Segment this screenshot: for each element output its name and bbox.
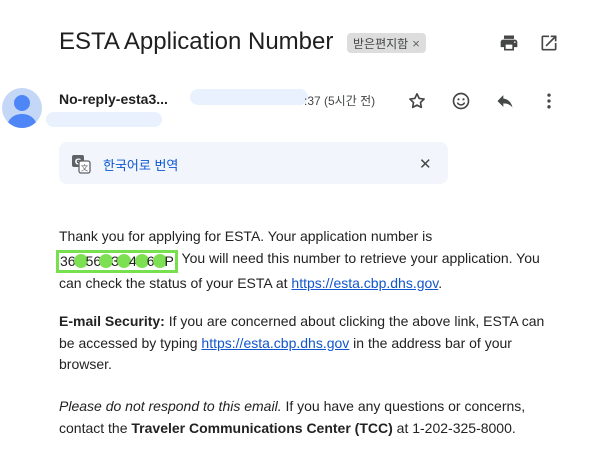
tcc-name: Traveler Communications Center (TCC) [131, 419, 393, 436]
redacted-recipient [46, 112, 162, 127]
translate-to-korean-link[interactable]: 한국어로 번역 [103, 155, 178, 174]
reply-icon[interactable] [493, 89, 517, 113]
no-reply-notice: Please do not respond to this email. [59, 398, 282, 414]
emoji-icon[interactable] [449, 89, 473, 113]
remove-label-icon[interactable]: × [412, 36, 420, 51]
open-in-new-window-icon[interactable] [537, 31, 561, 55]
body-paragraph-1: Thank you for applying for ESTA. Your ap… [56, 226, 559, 294]
inbox-label-chip[interactable]: 받은편지함 × [347, 33, 426, 53]
more-vert-icon[interactable] [537, 89, 561, 113]
svg-text:文: 文 [81, 163, 89, 173]
label-text: 받은편지함 [353, 36, 409, 51]
body-paragraph-3: Please do not respond to this email. If … [59, 396, 559, 439]
print-icon[interactable] [497, 31, 521, 55]
star-icon[interactable] [405, 89, 429, 113]
app-number-part: P [164, 252, 174, 269]
esta-link[interactable]: https://esta.cbp.dhs.gov [291, 275, 438, 291]
sender-name[interactable]: No-reply-esta3... [59, 91, 168, 107]
paragraph-text: Thank you for applying for ESTA. Your ap… [59, 228, 433, 244]
redacted-sender-email [190, 89, 308, 105]
application-number-highlight: 36 56 3 4 6 P [56, 249, 178, 273]
sender-avatar[interactable] [2, 88, 42, 128]
paragraph-text: at 1-202-325-8000. [392, 419, 516, 436]
body-paragraph-2: E-mail Security: If you are concerned ab… [59, 311, 559, 376]
translate-icon: G 文 [71, 154, 91, 174]
email-subject: ESTA Application Number [59, 28, 334, 55]
close-icon[interactable]: ✕ [419, 155, 432, 173]
security-heading: E-mail Security: [59, 313, 165, 329]
esta-link[interactable]: https://esta.cbp.dhs.gov [201, 335, 349, 351]
paragraph-text: . [438, 274, 443, 291]
message-time: :37 (5시간 전) [304, 94, 376, 108]
